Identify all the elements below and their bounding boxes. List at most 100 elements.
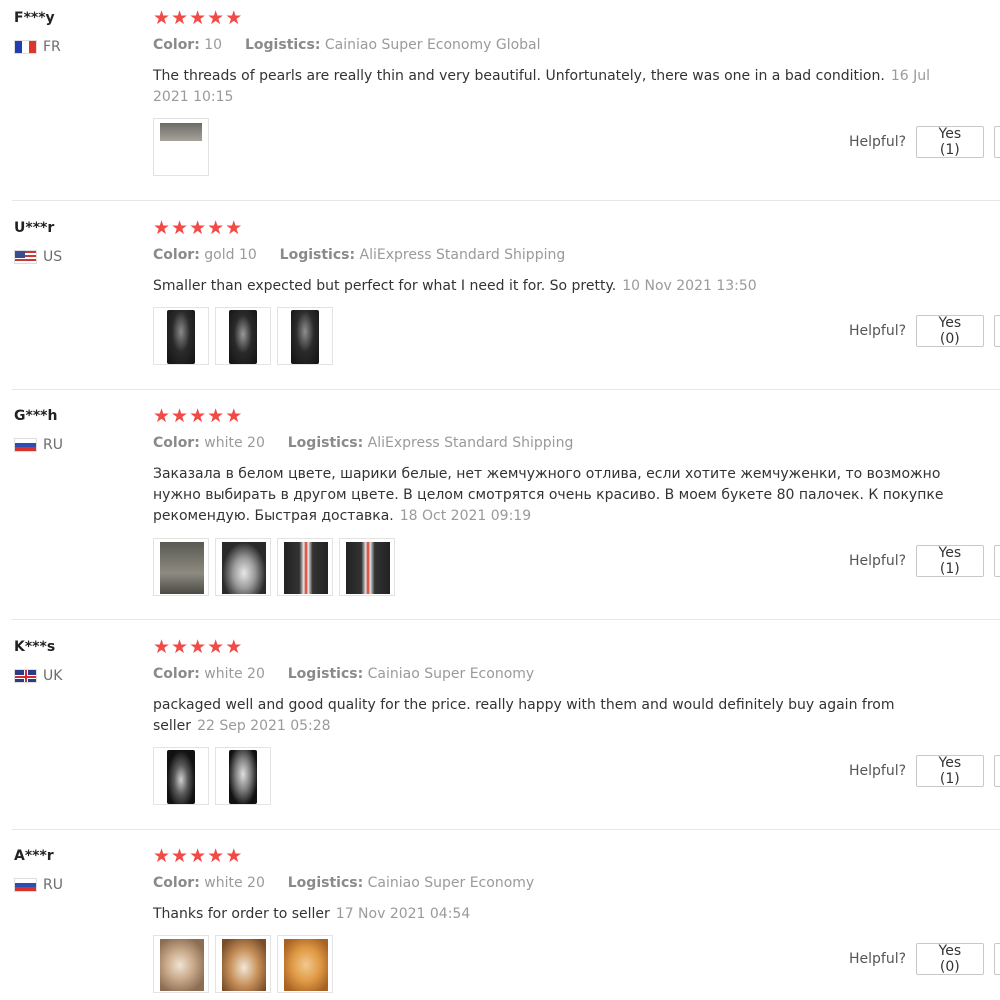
- helpful-yes-button[interactable]: Yes (1): [916, 126, 984, 158]
- star-icon: ★: [207, 217, 225, 239]
- color-value: white 20: [204, 435, 265, 451]
- review-photo[interactable]: [153, 307, 209, 365]
- helpful-no-button[interactable]: [993, 126, 1000, 158]
- helpful-no-button[interactable]: [993, 545, 1000, 577]
- flag-france-icon: [14, 40, 37, 54]
- review-photo[interactable]: [215, 307, 271, 365]
- photo-thumbnail: [284, 939, 328, 991]
- flag-uk-icon: [14, 669, 37, 683]
- star-icon: ★: [153, 636, 171, 658]
- logistics-value: Cainiao Super Economy Global: [324, 37, 541, 53]
- star-icon: ★: [207, 405, 225, 427]
- color-label: Color:: [153, 875, 200, 891]
- star-icon: ★: [189, 217, 207, 239]
- logistics-value: Cainiao Super Economy: [367, 875, 535, 891]
- helpful-no-button[interactable]: [993, 943, 1000, 975]
- helpful-section: Helpful? Yes (0): [849, 943, 1000, 975]
- review-photo[interactable]: [277, 307, 333, 365]
- helpful-section: Helpful? Yes (1): [849, 545, 1000, 577]
- country-code: RU: [43, 877, 63, 893]
- color-value: gold 10: [204, 247, 257, 263]
- review-photo[interactable]: [277, 935, 333, 993]
- review-body: Thanks for order to seller: [153, 906, 330, 922]
- photo-thumbnail: [222, 542, 266, 594]
- helpful-label: Helpful?: [849, 951, 907, 967]
- helpful-label: Helpful?: [849, 134, 907, 150]
- user-country: RU: [14, 877, 63, 893]
- review-meta: Color: white 20 Logistics: Cainiao Super…: [153, 875, 534, 891]
- star-icon: ★: [153, 217, 171, 239]
- review-text: The threads of pearls are really thin an…: [153, 66, 953, 108]
- review-text: Заказала в белом цвете, шарики белые, не…: [153, 464, 953, 527]
- photo-thumbnail: [229, 310, 257, 364]
- country-code: FR: [43, 39, 61, 55]
- review-photos: [153, 307, 333, 365]
- star-icon: ★: [207, 636, 225, 658]
- user-country: US: [14, 249, 62, 265]
- review-photo[interactable]: [277, 538, 333, 596]
- divider: [12, 619, 1000, 620]
- country-code: UK: [43, 668, 63, 684]
- photo-thumbnail: [229, 750, 257, 804]
- review-photo[interactable]: [339, 538, 395, 596]
- review-photo[interactable]: [153, 538, 209, 596]
- user-country: RU: [14, 437, 63, 453]
- logistics-label: Logistics:: [287, 435, 364, 451]
- color-label: Color:: [153, 37, 200, 53]
- photo-thumbnail: [284, 542, 328, 594]
- logistics-value: AliExpress Standard Shipping: [359, 247, 566, 263]
- country-code: RU: [43, 437, 63, 453]
- photo-thumbnail: [160, 123, 202, 141]
- star-icon: ★: [153, 7, 171, 29]
- user-name: K***s: [14, 639, 56, 655]
- color-label: Color:: [153, 666, 200, 682]
- review-photo[interactable]: [215, 538, 271, 596]
- color-label: Color:: [153, 247, 200, 263]
- star-icon: ★: [225, 845, 243, 867]
- divider: [12, 200, 1000, 201]
- star-icon: ★: [225, 217, 243, 239]
- star-icon: ★: [153, 845, 171, 867]
- user-name: U***r: [14, 220, 55, 236]
- color-value: white 20: [204, 875, 265, 891]
- review-text: Thanks for order to seller 17 Nov 2021 04…: [153, 904, 953, 925]
- star-icon: ★: [207, 845, 225, 867]
- helpful-yes-button[interactable]: Yes (1): [916, 755, 984, 787]
- helpful-yes-button[interactable]: Yes (0): [916, 315, 984, 347]
- user-name: A***r: [14, 848, 54, 864]
- divider: [12, 389, 1000, 390]
- helpful-label: Helpful?: [849, 763, 907, 779]
- helpful-label: Helpful?: [849, 553, 907, 569]
- helpful-label: Helpful?: [849, 323, 907, 339]
- review-meta: Color: white 20 Logistics: AliExpress St…: [153, 435, 573, 451]
- review-photo[interactable]: [215, 935, 271, 993]
- star-icon: ★: [171, 7, 189, 29]
- user-country: FR: [14, 39, 61, 55]
- helpful-no-button[interactable]: [993, 755, 1000, 787]
- photo-thumbnail: [160, 939, 204, 991]
- helpful-section: Helpful? Yes (1): [849, 126, 1000, 158]
- rating-stars: ★ ★ ★ ★ ★: [153, 637, 242, 657]
- review-meta: Color: 10 Logistics: Cainiao Super Econo…: [153, 37, 541, 53]
- star-icon: ★: [225, 405, 243, 427]
- review-photo[interactable]: [153, 935, 209, 993]
- star-icon: ★: [189, 845, 207, 867]
- review-date: 22 Sep 2021 05:28: [197, 718, 331, 734]
- star-icon: ★: [171, 845, 189, 867]
- photo-thumbnail: [160, 542, 204, 594]
- helpful-no-button[interactable]: [993, 315, 1000, 347]
- user-name: F***y: [14, 10, 55, 26]
- helpful-yes-button[interactable]: Yes (1): [916, 545, 984, 577]
- review-date: 17 Nov 2021 04:54: [335, 906, 471, 922]
- helpful-yes-button[interactable]: Yes (0): [916, 943, 984, 975]
- logistics-label: Logistics:: [287, 666, 364, 682]
- review-photo[interactable]: [215, 747, 271, 805]
- review-text: packaged well and good quality for the p…: [153, 695, 953, 737]
- color-value: white 20: [204, 666, 265, 682]
- review-photo[interactable]: [153, 118, 209, 176]
- color-label: Color:: [153, 435, 200, 451]
- star-icon: ★: [189, 636, 207, 658]
- helpful-section: Helpful? Yes (0): [849, 315, 1000, 347]
- logistics-value: Cainiao Super Economy: [367, 666, 535, 682]
- review-photo[interactable]: [153, 747, 209, 805]
